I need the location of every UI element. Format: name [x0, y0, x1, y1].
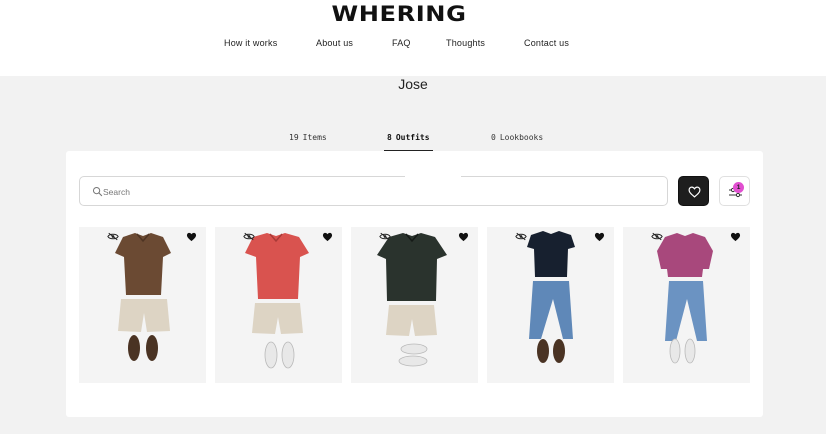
- eye-off-icon[interactable]: [379, 232, 391, 241]
- outfit-card[interactable]: [79, 227, 206, 383]
- heart-icon[interactable]: [730, 232, 741, 242]
- tab-lookbooks-label: Lookbooks: [499, 133, 544, 142]
- eye-off-icon[interactable]: [651, 232, 663, 241]
- outfit-image: [377, 233, 447, 367]
- search-input[interactable]: [103, 183, 403, 200]
- search-icon: [92, 186, 103, 197]
- outfit-grid: [79, 227, 751, 383]
- nav-how-it-works[interactable]: How it works: [224, 38, 277, 48]
- outfit-image: [115, 233, 171, 361]
- tab-items[interactable]: 19 Items: [289, 133, 327, 151]
- outfit-image: [527, 231, 575, 363]
- heart-icon[interactable]: [186, 232, 197, 242]
- eye-off-icon[interactable]: [515, 232, 527, 241]
- eye-off-icon[interactable]: [243, 232, 255, 241]
- search-border-gap: [405, 176, 461, 179]
- outfit-card[interactable]: [623, 227, 750, 383]
- outfit-card[interactable]: [351, 227, 478, 383]
- heart-icon[interactable]: [594, 232, 605, 242]
- nav-about-us[interactable]: About us: [316, 38, 353, 48]
- eye-off-icon[interactable]: [107, 232, 119, 241]
- tab-items-label: Items: [302, 133, 327, 142]
- profile-name: Jose: [398, 76, 428, 92]
- outfit-image: [245, 233, 309, 369]
- heart-outline-icon: [688, 186, 701, 198]
- tab-lookbooks-count: 0: [491, 133, 496, 142]
- outfits-panel: 1: [66, 151, 763, 417]
- tab-outfits-count: 8: [387, 133, 392, 142]
- collection-tabs: 19 Items 8 Outfits 0 Lookbooks: [0, 133, 826, 151]
- nav-contact-us[interactable]: Contact us: [524, 38, 569, 48]
- search-bar[interactable]: [79, 176, 668, 206]
- main-nav: How it works About us FAQ Thoughts Conta…: [0, 38, 826, 50]
- favorites-filter-button[interactable]: [678, 176, 709, 206]
- site-header: WHERING How it works About us FAQ Though…: [0, 0, 826, 76]
- outfit-card[interactable]: [215, 227, 342, 383]
- tab-lookbooks[interactable]: 0 Lookbooks: [491, 133, 543, 151]
- nav-faq[interactable]: FAQ: [392, 38, 411, 48]
- heart-icon[interactable]: [322, 232, 333, 242]
- whering-logo[interactable]: WHERING: [330, 2, 468, 26]
- nav-thoughts[interactable]: Thoughts: [446, 38, 485, 48]
- tab-outfits[interactable]: 8 Outfits: [384, 133, 433, 151]
- tab-items-count: 19: [289, 133, 299, 142]
- filter-count-badge: 1: [733, 182, 744, 193]
- tab-outfits-label: Outfits: [395, 133, 430, 142]
- heart-icon[interactable]: [458, 232, 469, 242]
- filter-button[interactable]: 1: [719, 176, 750, 206]
- outfit-card[interactable]: [487, 227, 614, 383]
- outfit-image: [657, 233, 713, 364]
